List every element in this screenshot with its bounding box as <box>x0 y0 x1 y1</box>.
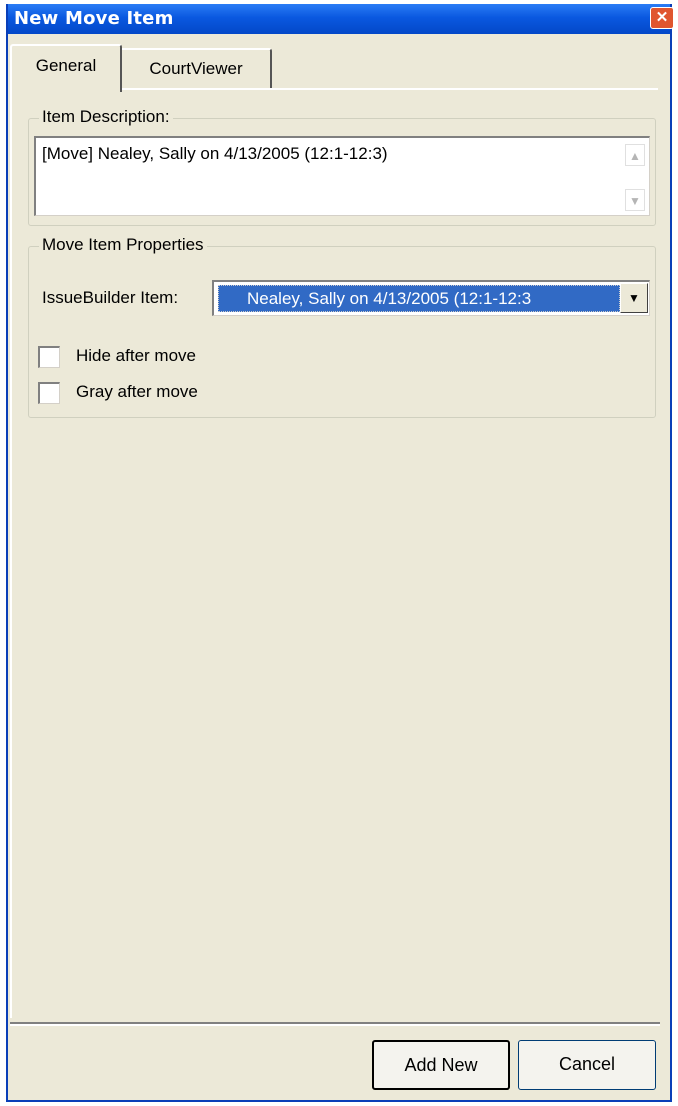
close-icon[interactable]: ✕ <box>650 7 674 29</box>
tab-courtviewer[interactable]: CourtViewer <box>122 48 272 88</box>
scroll-up-icon[interactable]: ▲ <box>625 144 645 166</box>
item-description-text: [Move] Nealey, Sally on 4/13/2005 (12:1-… <box>42 144 388 163</box>
window-title: New Move Item <box>14 8 174 29</box>
issuebuilder-label: IssueBuilder Item: <box>42 288 179 307</box>
add-new-button[interactable]: Add New <box>372 1040 510 1090</box>
cancel-button[interactable]: Cancel <box>518 1040 656 1090</box>
item-description-field[interactable]: [Move] Nealey, Sally on 4/13/2005 (12:1-… <box>34 136 650 216</box>
add-new-label: Add New <box>404 1055 478 1075</box>
chevron-down-icon[interactable]: ▼ <box>620 283 648 313</box>
move-properties-label: Move Item Properties <box>39 235 207 255</box>
issuebuilder-select[interactable]: Nealey, Sally on 4/13/2005 (12:1-12:3 ▼ <box>212 280 650 316</box>
hide-after-move-checkbox[interactable] <box>38 346 60 368</box>
footer-divider <box>10 1022 660 1026</box>
item-description-label: Item Description: <box>39 107 173 127</box>
title-bar[interactable]: New Move Item ✕ <box>8 4 674 34</box>
tab-general[interactable]: General <box>10 44 122 92</box>
hide-after-move-label: Hide after move <box>76 346 196 365</box>
gray-after-move-checkbox[interactable] <box>38 382 60 404</box>
cancel-label: Cancel <box>558 1054 616 1074</box>
scroll-down-icon[interactable]: ▼ <box>625 189 645 211</box>
tab-panel <box>10 88 658 1018</box>
issuebuilder-selected-value: Nealey, Sally on 4/13/2005 (12:1-12:3 <box>218 285 620 312</box>
gray-after-move-label: Gray after move <box>76 382 198 401</box>
